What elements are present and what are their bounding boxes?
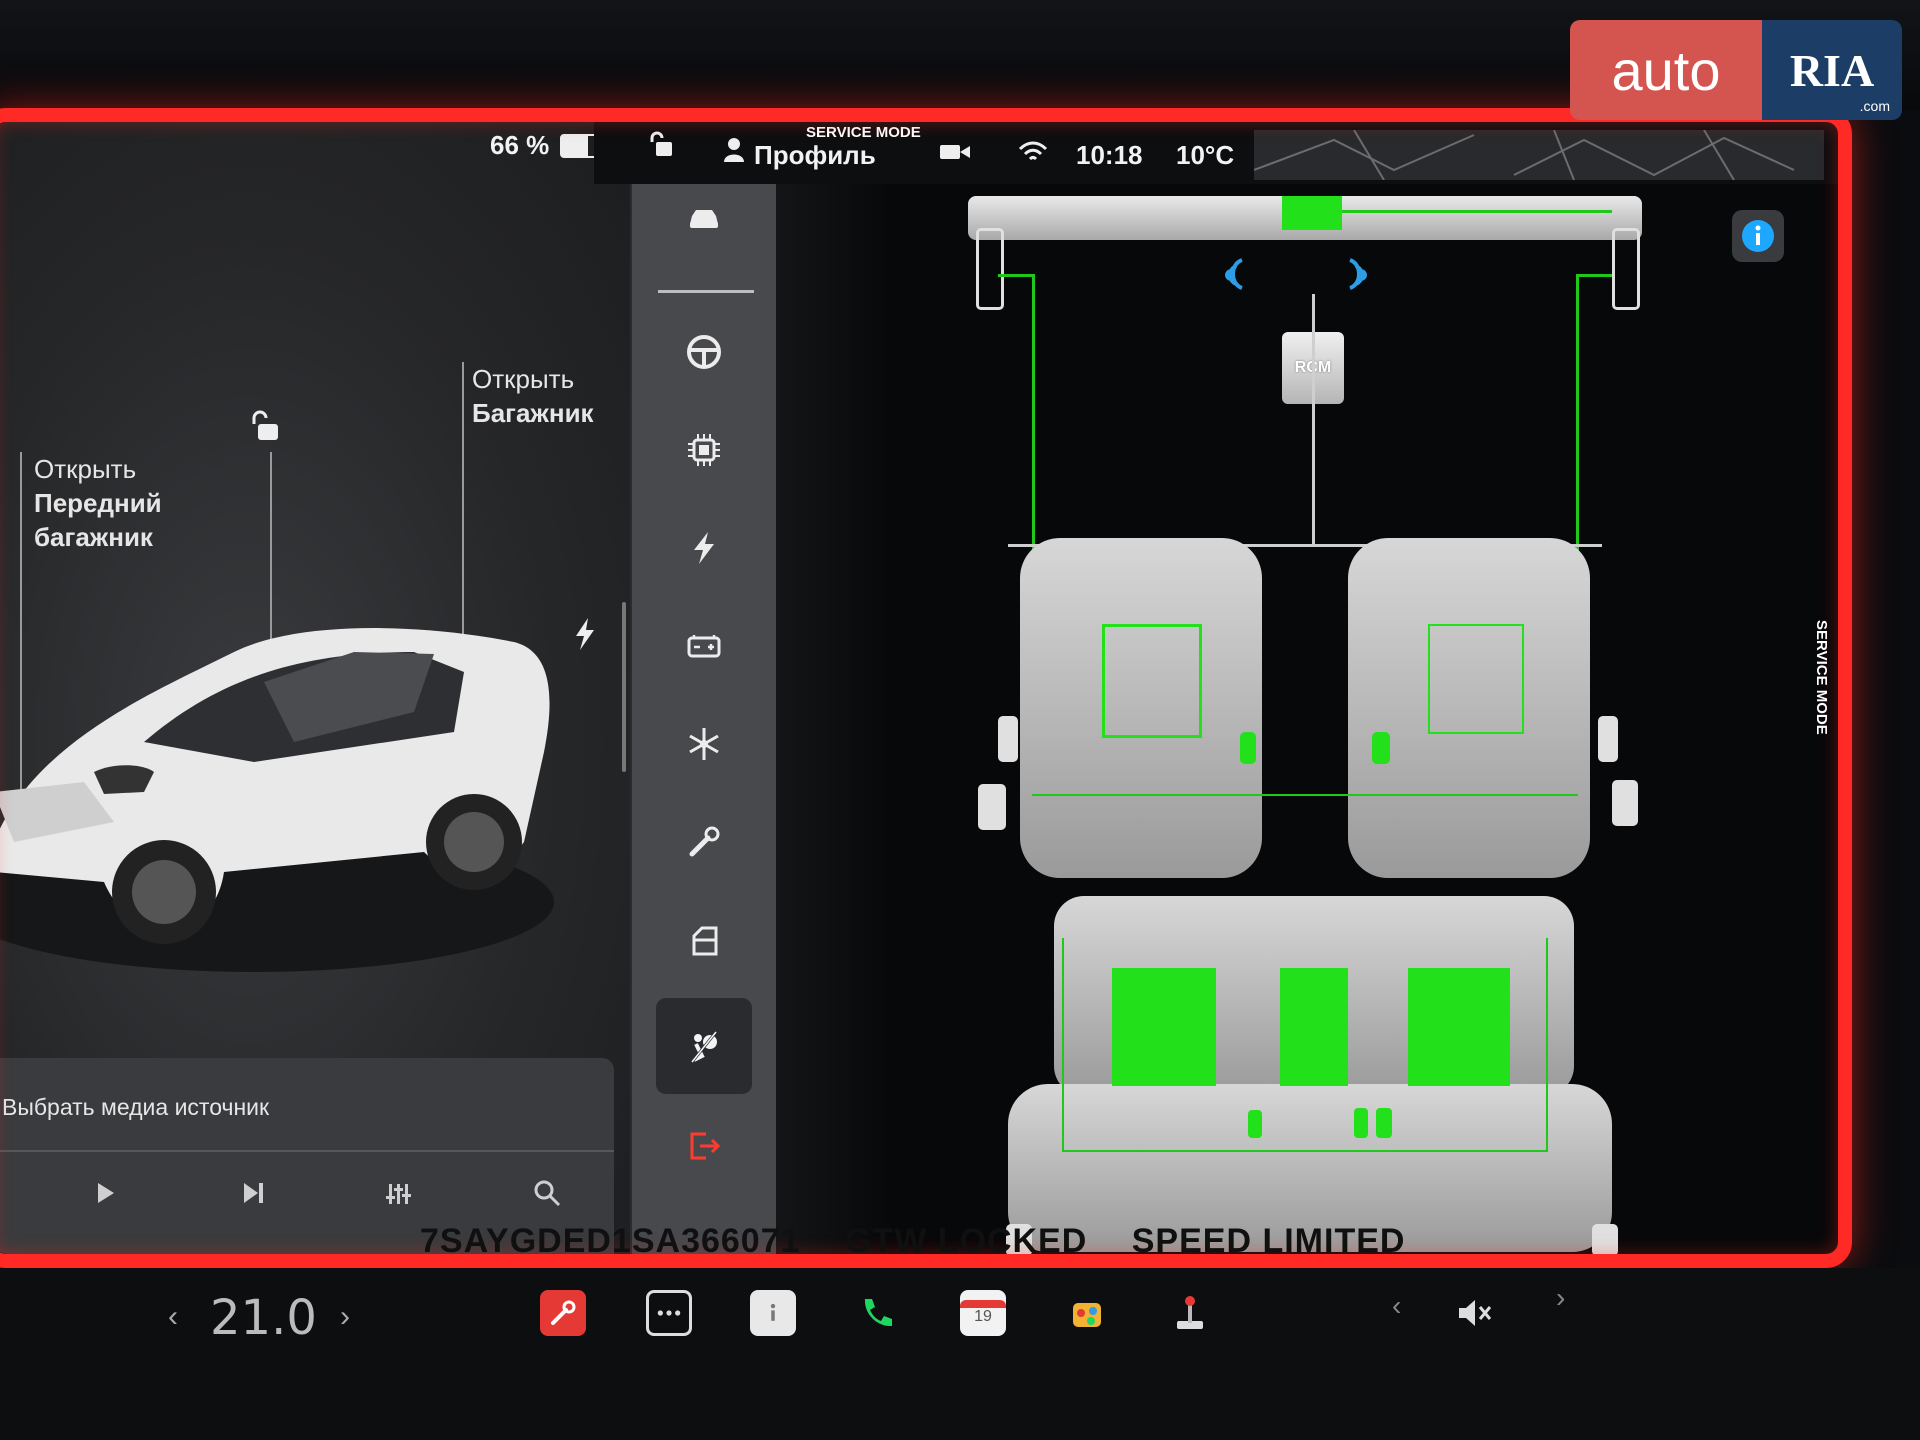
watermark-ria: RIA .com xyxy=(1762,20,1902,120)
volume-mute-icon[interactable] xyxy=(1452,1290,1498,1336)
joystick-icon[interactable] xyxy=(1166,1290,1212,1336)
temp-down-button[interactable]: ‹ xyxy=(168,1300,178,1334)
manual-icon[interactable] xyxy=(750,1290,796,1336)
cabin-temperature: 21.0 xyxy=(210,1290,317,1346)
volume-up-button[interactable]: › xyxy=(1556,1282,1565,1314)
side-service-mode-label: SERVICE MODE xyxy=(1813,620,1830,735)
watermark-com: .com xyxy=(1859,98,1890,114)
volume-down-button[interactable]: ‹ xyxy=(1392,1290,1401,1322)
service-mode-frame xyxy=(0,108,1852,1268)
vin-label: 7SAYGDED1SA366071 xyxy=(420,1222,801,1260)
gtw-locked-label: GTW LOCKED xyxy=(844,1222,1088,1260)
watermark-auto: auto xyxy=(1570,20,1762,120)
calendar-day: 19 xyxy=(974,1308,992,1325)
speed-limited-label: SPEED LIMITED xyxy=(1131,1222,1406,1260)
calendar-header xyxy=(960,1300,1006,1308)
phone-icon[interactable] xyxy=(854,1290,900,1336)
more-apps-icon[interactable] xyxy=(646,1290,692,1336)
service-wrench-icon[interactable] xyxy=(540,1290,586,1336)
games-icon[interactable] xyxy=(1064,1290,1110,1336)
calendar-icon[interactable]: 19 xyxy=(960,1290,1006,1336)
watermark-ria-text: RIA xyxy=(1789,44,1875,96)
temp-up-button[interactable]: › xyxy=(340,1300,350,1334)
service-footer: 7SAYGDED1SA366071 GTW LOCKED SPEED LIMIT… xyxy=(420,1222,1439,1261)
